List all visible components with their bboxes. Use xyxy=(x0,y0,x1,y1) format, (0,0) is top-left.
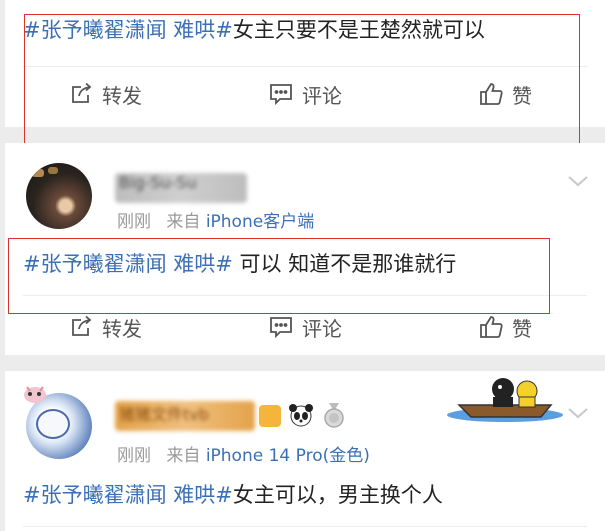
post-time: 刚刚 xyxy=(117,212,151,232)
comment-icon xyxy=(270,317,292,339)
device-link[interactable]: iPhone客户端 xyxy=(206,212,314,232)
highlight-box-2 xyxy=(8,238,550,314)
post-meta: 刚刚 来自 iPhone 14 Pro(金色) xyxy=(117,441,370,466)
repost-label: 转发 xyxy=(102,316,142,341)
avatar-decoration xyxy=(21,383,49,405)
post-text: #张予曦翟潇闻 难哄#女主可以，男主换个人 xyxy=(23,481,443,509)
highlight-box-1 xyxy=(24,14,580,153)
divider xyxy=(23,526,587,527)
comment-label: 评论 xyxy=(302,316,342,341)
chevron-down-icon[interactable] xyxy=(565,403,591,423)
source-prefix: 来自 xyxy=(166,446,201,466)
post-card-3: 猪猪文件tvb 刚刚 来自 iPhone 14 Pro(金色) #张予曦翟潇闻 … xyxy=(5,371,605,531)
username[interactable]: Big-Su-Su xyxy=(115,173,247,203)
username[interactable]: 猪猪文件tvb xyxy=(115,401,255,431)
post-body: 女主可以，男主换个人 xyxy=(232,483,443,507)
source-prefix: 来自 xyxy=(166,212,201,232)
boat-sticker xyxy=(447,378,563,422)
post-meta: 刚刚 来自 iPhone客户端 xyxy=(117,207,314,232)
like-icon xyxy=(480,316,503,338)
vip-badge xyxy=(259,405,281,427)
like-label: 赞 xyxy=(512,316,532,341)
topic-link[interactable]: #张予曦翟潇闻 难哄# xyxy=(23,483,233,507)
medal-icon xyxy=(324,403,344,428)
post-time: 刚刚 xyxy=(117,446,151,466)
chevron-down-icon[interactable] xyxy=(565,171,591,191)
panda-icon xyxy=(289,404,313,427)
repost-icon xyxy=(72,315,92,336)
avatar[interactable] xyxy=(26,163,92,229)
device-link[interactable]: iPhone 14 Pro(金色) xyxy=(206,446,370,466)
